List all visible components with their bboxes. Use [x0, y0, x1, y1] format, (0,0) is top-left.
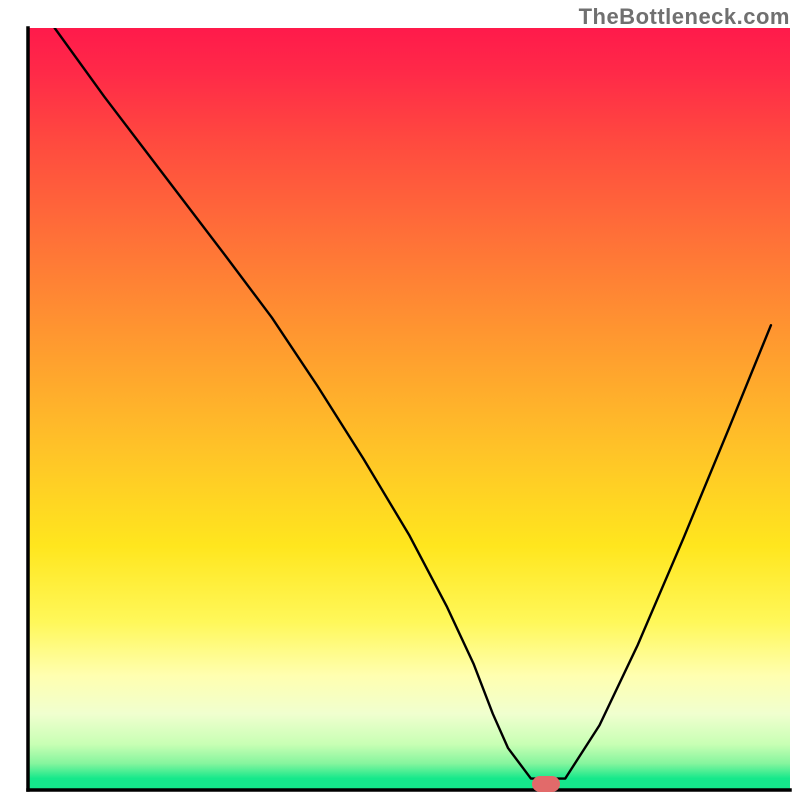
chart-container: TheBottleneck.com [0, 0, 800, 800]
optimal-marker [532, 776, 560, 792]
watermark-text: TheBottleneck.com [579, 4, 790, 30]
chart-background-gradient [28, 28, 790, 790]
bottleneck-chart [0, 0, 800, 800]
